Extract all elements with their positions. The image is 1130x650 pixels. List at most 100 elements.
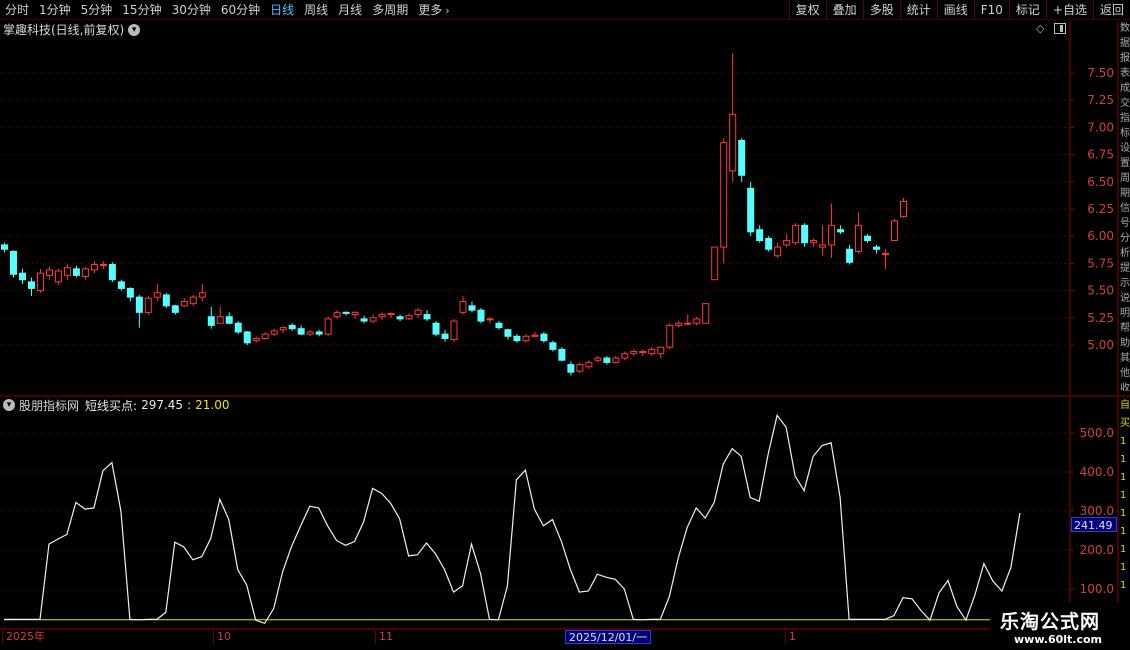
candle-body [171,305,179,313]
chart-title: 掌趣科技(日线,前复权) [3,23,125,37]
side-tab-char: 期 [1120,188,1130,199]
tab-2[interactable]: 5分钟 [76,0,118,20]
candle-body [117,281,125,289]
candle-body [99,263,107,266]
candle-body [378,314,386,318]
candle-body [567,364,575,373]
side-tab-char: 提 [1120,263,1130,274]
tool-button-3[interactable]: 统计 [899,0,937,20]
side-tab-char: 示 [1120,278,1130,289]
side-tab-char: 1 [1120,454,1127,465]
candle-body [27,281,35,289]
candle-body [306,331,314,335]
candle-body [666,324,674,348]
tool-button-7[interactable]: +自选 [1045,0,1093,20]
candle-body [630,351,638,355]
candle-body [369,317,377,322]
diamond-icon[interactable]: ◇ [1036,22,1044,35]
candle-body [441,333,449,339]
side-tab-char: 析 [1120,248,1130,259]
side-tab-char: 1 [1120,472,1127,483]
candle-body [459,300,467,313]
side-tab-char: 1 [1120,562,1127,573]
indicator-name[interactable]: 股朋指标网 [19,397,79,414]
candle-body [279,327,287,331]
tab-3[interactable]: 15分钟 [117,0,166,20]
candle-body [891,220,899,242]
side-tab-char: 指 [1120,113,1130,124]
candle-body [153,292,161,298]
price-tick-label: 7.50 [1087,66,1114,80]
candle-body [648,348,656,355]
watermark-title: 乐淘公式网 [1000,611,1101,633]
candle-body [297,328,305,335]
candle-body [72,268,80,276]
candle-body [126,287,134,298]
price-tick-label: 7.00 [1087,120,1114,134]
chevron-right-icon[interactable]: › [445,4,449,17]
tool-button-8[interactable]: 返回 [1092,0,1130,20]
tab-5[interactable]: 60分钟 [216,0,265,20]
tab-10[interactable]: 更多 › [413,0,454,21]
indicator-dropdown-icon[interactable]: ▾ [3,399,15,411]
candle-body [846,248,854,263]
tab-0[interactable]: 分时 [0,0,34,20]
price-tick-label: 5.75 [1087,256,1114,270]
candle-body [432,322,440,335]
candle-body [855,224,863,252]
tab-9[interactable]: 多周期 [367,0,413,20]
side-tab-char: 报 [1120,53,1130,64]
candle-body [180,300,188,307]
tab-8[interactable]: 月线 [333,0,367,20]
tool-button-1[interactable]: 叠加 [825,0,863,20]
tab-4[interactable]: 30分钟 [167,0,216,20]
side-tab-char: 1 [1120,490,1127,501]
candle-body [495,322,503,329]
side-tab-char: 1 [1120,526,1127,537]
price-tick-label: 5.50 [1087,284,1114,298]
candle-body [522,335,530,342]
candle-body [873,246,881,250]
candle-body [81,268,89,277]
date-label: 10 [213,630,231,644]
candle-body [450,320,458,341]
tool-button-4[interactable]: 画线 [936,0,974,20]
candle-body [702,303,710,324]
candle-body [783,240,791,246]
tool-button-5[interactable]: F10 [973,0,1009,20]
candle-body [639,351,647,354]
candle-body [882,253,890,256]
candle-body [711,246,719,281]
candle-body [549,342,557,350]
tab-6[interactable]: 日线 [265,0,299,20]
candle-body [558,348,566,361]
tab-1[interactable]: 1分钟 [34,0,76,20]
side-panel-tabs[interactable]: 数据报表成交指标设置周期信号分析提示说明帮助其他收 [1120,21,1130,391]
chevron-down-icon[interactable]: ▾ [128,23,141,36]
date-label: 11 [375,630,393,644]
tool-button-0[interactable]: 复权 [788,0,826,20]
candle-body [837,229,845,233]
side-tab-char: 明 [1120,308,1130,319]
window-icon[interactable] [1054,23,1066,34]
candle-body [324,318,332,335]
tool-button-2[interactable]: 多股 [862,0,900,20]
candle-body [468,305,476,311]
candle-body [864,235,872,242]
candle-body [1,244,8,250]
candle-body [414,309,422,316]
tab-7[interactable]: 周线 [299,0,333,20]
candle-body [693,318,701,324]
side-panel-tabs-lower[interactable]: 自买 1 1 1 1 1 1 1 1 1 [1120,397,1130,627]
candle-body [90,263,98,271]
date-axis: 2025年 10 11 2025/12/01/一 1 [0,630,1070,644]
side-tab-char: 据 [1120,38,1130,49]
top-toolbar: 分时 1分钟 5分钟 15分钟 30分钟 60分钟 日线 周线 月线 多周期 更多 › 复权 叠加 多股统… [0,0,1130,20]
indicator-tick-label: 300.0 [1080,504,1114,518]
chart-canvas[interactable]: 5.00 5.25 5.50 5.75 6.00 6.25 6.50 6.75 7.00 7.25… [0,0,1130,650]
candle-body [207,316,215,326]
candle-body [9,250,17,275]
tool-button-6[interactable]: 标记 [1008,0,1046,20]
current-value-tag: 241.49 [1071,517,1117,532]
candle-body [225,316,233,324]
